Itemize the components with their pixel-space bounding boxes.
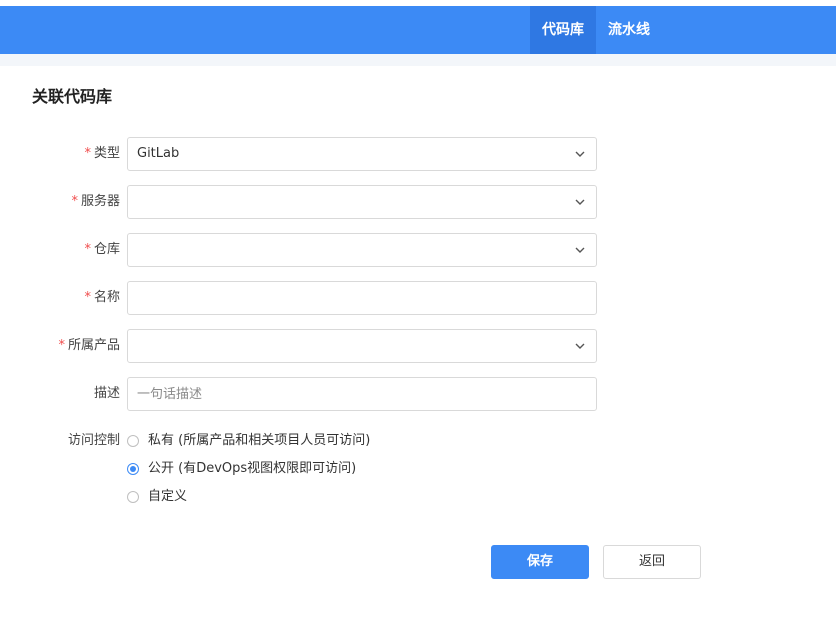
tab-code-repository[interactable]: 代码库 [530,6,596,54]
required-mark: * [84,290,91,305]
name-input[interactable] [128,282,596,314]
server-select[interactable] [127,185,597,219]
header-divider [0,54,836,66]
radio-option-label: 自定义 [148,489,188,504]
form-row-server: * 服务器 [0,185,836,219]
chevron-down-icon [575,199,585,205]
chevron-down-icon [575,247,585,253]
required-mark: * [71,194,78,209]
type-select[interactable]: GitLab [127,137,597,171]
access-control-label: 访问控制 [67,433,120,448]
form-row-type: * 类型 GitLab [0,137,836,171]
radio-unchecked-icon[interactable] [127,491,139,503]
name-label: * 名称 [84,290,120,305]
description-label: 描述 [93,386,120,401]
top-navigation-bar: 代码库 流水线 [0,6,836,54]
radio-unchecked-icon[interactable] [127,435,139,447]
repository-select[interactable] [127,233,597,267]
tab-pipeline[interactable]: 流水线 [596,6,662,54]
back-button[interactable]: 返回 [603,545,701,579]
page-title: 关联代码库 [32,87,113,106]
chevron-down-icon [575,151,585,157]
radio-option-label: 私有 (所属产品和相关项目人员可访问) [148,433,371,448]
server-label: * 服务器 [71,194,120,209]
save-button[interactable]: 保存 [491,545,589,579]
required-mark: * [84,242,91,257]
chevron-down-icon [575,343,585,349]
required-mark: * [84,146,91,161]
radio-checked-icon[interactable] [127,463,139,475]
product-label: * 所属产品 [58,338,120,353]
description-input[interactable] [128,378,596,410]
type-label: * 类型 [84,146,120,161]
form-row-name: * 名称 [0,281,836,315]
description-field[interactable] [127,377,597,411]
type-select-value: GitLab [137,146,180,161]
name-field[interactable] [127,281,597,315]
form-row-repository: * 仓库 [0,233,836,267]
radio-option-label: 公开 (有DevOps视图权限即可访问) [148,461,357,476]
repository-label: * 仓库 [84,242,120,257]
product-select[interactable] [127,329,597,363]
required-mark: * [58,338,65,353]
form-row-description: 描述 [0,377,836,411]
form-row-product: * 所属产品 [0,329,836,363]
form-row-access-control: 访问控制 [0,425,836,459]
